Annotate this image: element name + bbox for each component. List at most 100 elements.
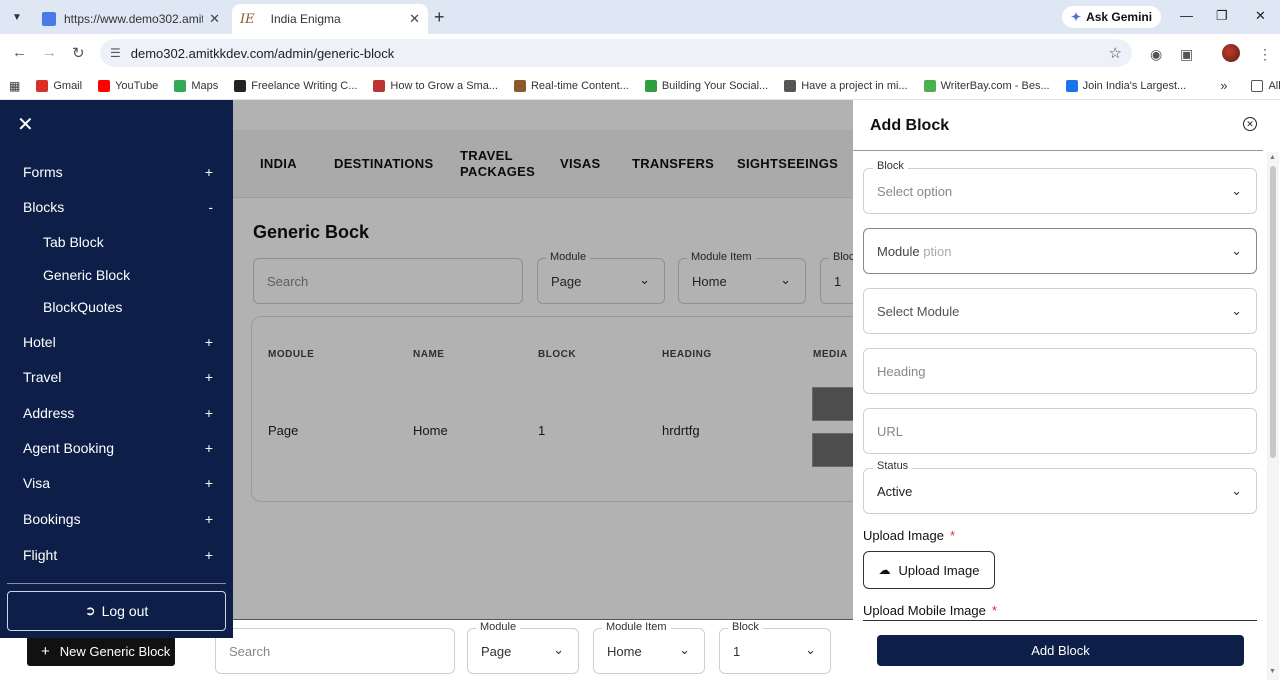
expand-icon: + — [204, 334, 213, 350]
sidebar-item-agent-booking[interactable]: Agent Booking + — [23, 440, 213, 456]
sidebar-subitem-generic-block[interactable]: Generic Block — [43, 267, 130, 283]
required-mark: * — [949, 528, 956, 543]
chevron-down-icon: ⌄ — [805, 642, 816, 657]
close-tab-icon[interactable]: ✕ — [209, 11, 220, 27]
maps-icon — [174, 79, 187, 92]
bookmark-project[interactable]: Have a project in mi... — [784, 79, 908, 92]
module-item-select-bottom[interactable]: Module Item Home ⌄ — [593, 621, 705, 674]
admin-sidebar: ✕ Forms + Blocks - Tab Block Generic Block… — [0, 100, 233, 638]
sidebar-item-label: Hotel — [23, 334, 56, 350]
upload-mobile-label-text: Upload Mobile Image — [863, 603, 986, 618]
sidebar-subitem-tab-block[interactable]: Tab Block — [43, 234, 104, 250]
upload-image-button[interactable]: ☁ Upload Image — [863, 551, 995, 589]
more-bookmarks-chevron-icon[interactable]: » — [1220, 78, 1227, 93]
browser-tab-1[interactable]: https://www.demo302.amitkkdev.com/ ✕ — [34, 4, 228, 34]
logout-icon: ➲ — [84, 603, 96, 618]
url-field[interactable]: ☰ demo302.amitkkdev.com/admin/generic-bl… — [100, 39, 1132, 67]
globe-icon — [784, 79, 797, 92]
sidebar-item-label: Forms — [23, 164, 63, 180]
bookmark-realtime[interactable]: Real-time Content... — [513, 79, 629, 92]
url-text: demo302.amitkkdev.com/admin/generic-bloc… — [130, 45, 395, 61]
block-value: 1 — [733, 644, 741, 659]
module-item-value: Home — [607, 644, 642, 659]
new-tab-plus-icon[interactable]: + — [434, 7, 445, 28]
ask-gemini-button[interactable]: ✦ Ask Gemini — [1062, 6, 1162, 28]
bookmark-maps[interactable]: Maps — [174, 79, 218, 92]
search-input-bottom[interactable]: Search — [215, 628, 455, 674]
bookmark-freelance[interactable]: Freelance Writing C... — [234, 79, 357, 92]
cloud-upload-icon: ☁ — [878, 563, 891, 577]
chevron-down-icon: ⌄ — [1231, 243, 1242, 258]
drawer-divider — [853, 150, 1263, 151]
add-block-button[interactable]: Add Block — [877, 635, 1244, 666]
sidebar-item-blocks[interactable]: Blocks - — [23, 199, 213, 215]
apps-grid-icon[interactable]: ▦ — [9, 79, 20, 93]
sidebar-item-visa[interactable]: Visa + — [23, 475, 213, 491]
heading-input[interactable]: Heading — [863, 348, 1257, 394]
profile-avatar[interactable] — [1222, 44, 1240, 62]
reload-icon[interactable]: ↻ — [72, 44, 85, 62]
writerbay-icon — [923, 79, 936, 92]
bookmark-india[interactable]: Join India's Largest... — [1065, 79, 1186, 92]
all-bookmarks[interactable]: All Bookmarks — [1251, 79, 1280, 92]
module-select-bottom[interactable]: Module Page ⌄ — [467, 621, 579, 674]
sidebar-item-label: Address — [23, 405, 75, 421]
tab-title: https://www.demo302.amitkkdev.com/ — [64, 12, 203, 26]
sidebar-item-address[interactable]: Address + — [23, 405, 213, 421]
bookmark-social[interactable]: Building Your Social... — [644, 79, 768, 92]
expand-icon: + — [204, 475, 213, 491]
window-close-icon[interactable]: ✕ — [1255, 8, 1266, 24]
browser-menu-icon[interactable]: ⋮ — [1258, 46, 1272, 63]
bookmark-gmail[interactable]: Gmail — [36, 79, 82, 92]
back-arrow-icon[interactable]: ← — [12, 44, 27, 61]
scrollbar-thumb[interactable] — [1270, 166, 1276, 458]
forward-arrow-icon[interactable]: → — [42, 44, 57, 61]
block-select-bottom[interactable]: Block 1 ⌄ — [719, 621, 831, 674]
close-icon[interactable]: ✕ — [17, 112, 34, 137]
search-placeholder: Search — [229, 644, 271, 659]
select-module-select[interactable]: Select Module ⌄ — [863, 288, 1257, 334]
bookmark-youtube[interactable]: YouTube — [98, 79, 158, 92]
grammarly-extension-icon[interactable]: ◉ — [1150, 46, 1162, 63]
expand-icon: + — [204, 511, 213, 527]
scroll-up-icon[interactable]: ▲ — [1269, 154, 1276, 161]
module-select[interactable]: Module ption ⌄ — [863, 228, 1257, 274]
drawer-scrollbar[interactable]: ▲ ▼ — [1267, 152, 1279, 680]
logout-label: Log out — [101, 603, 149, 619]
sidebar-item-hotel[interactable]: Hotel + — [23, 334, 213, 350]
expand-icon: + — [204, 405, 213, 421]
extensions-puzzle-icon[interactable]: ▣ — [1180, 46, 1193, 63]
sidebar-item-label: Flight — [23, 547, 58, 563]
upload-mobile-image-label: Upload Mobile Image * — [863, 603, 997, 618]
sidebar-item-travel[interactable]: Travel + — [23, 369, 213, 385]
sidebar-divider — [7, 583, 226, 584]
sidebar-item-flight[interactable]: Flight + — [23, 547, 213, 563]
close-circle-icon[interactable]: ✕ — [1243, 117, 1257, 131]
bookmark-star-icon[interactable]: ☆ — [1109, 44, 1122, 62]
url-input[interactable]: URL — [863, 408, 1257, 454]
browser-tab-2[interactable]: IE India Enigma ✕ — [232, 4, 428, 34]
block-select[interactable]: Block Select option ⌄ — [863, 160, 1257, 214]
upload-image-label-text: Upload Image — [863, 528, 944, 543]
compass-icon — [1065, 79, 1078, 92]
block-label: Block — [728, 621, 763, 633]
india-enigma-favicon-icon: IE — [240, 12, 255, 27]
scroll-down-icon[interactable]: ▼ — [1269, 668, 1276, 675]
new-generic-block-button[interactable]: + New Generic Block — [27, 636, 175, 666]
site-settings-icon[interactable]: ☰ — [110, 46, 121, 60]
drawer-title: Add Block — [870, 117, 950, 134]
sidebar-item-bookings[interactable]: Bookings + — [23, 511, 213, 527]
minimize-icon[interactable]: — — [1180, 8, 1193, 23]
bookmark-grow[interactable]: How to Grow a Sma... — [373, 79, 498, 92]
close-tab-icon[interactable]: ✕ — [409, 11, 420, 27]
status-select[interactable]: Status Active ⌄ — [863, 460, 1257, 514]
drawer-footer-divider — [863, 620, 1257, 621]
site-icon — [644, 79, 657, 92]
sidebar-item-forms[interactable]: Forms + — [23, 164, 213, 180]
bookmark-writerbay[interactable]: WriterBay.com - Bes... — [923, 79, 1050, 92]
sidebar-subitem-blockquotes[interactable]: BlockQuotes — [43, 299, 122, 315]
sidebar-item-label: Visa — [23, 475, 50, 491]
restore-icon[interactable]: ❐ — [1216, 8, 1228, 24]
logout-button[interactable]: ➲ Log out — [7, 591, 226, 631]
tab-search-chevron-icon[interactable]: ▼ — [6, 6, 28, 28]
